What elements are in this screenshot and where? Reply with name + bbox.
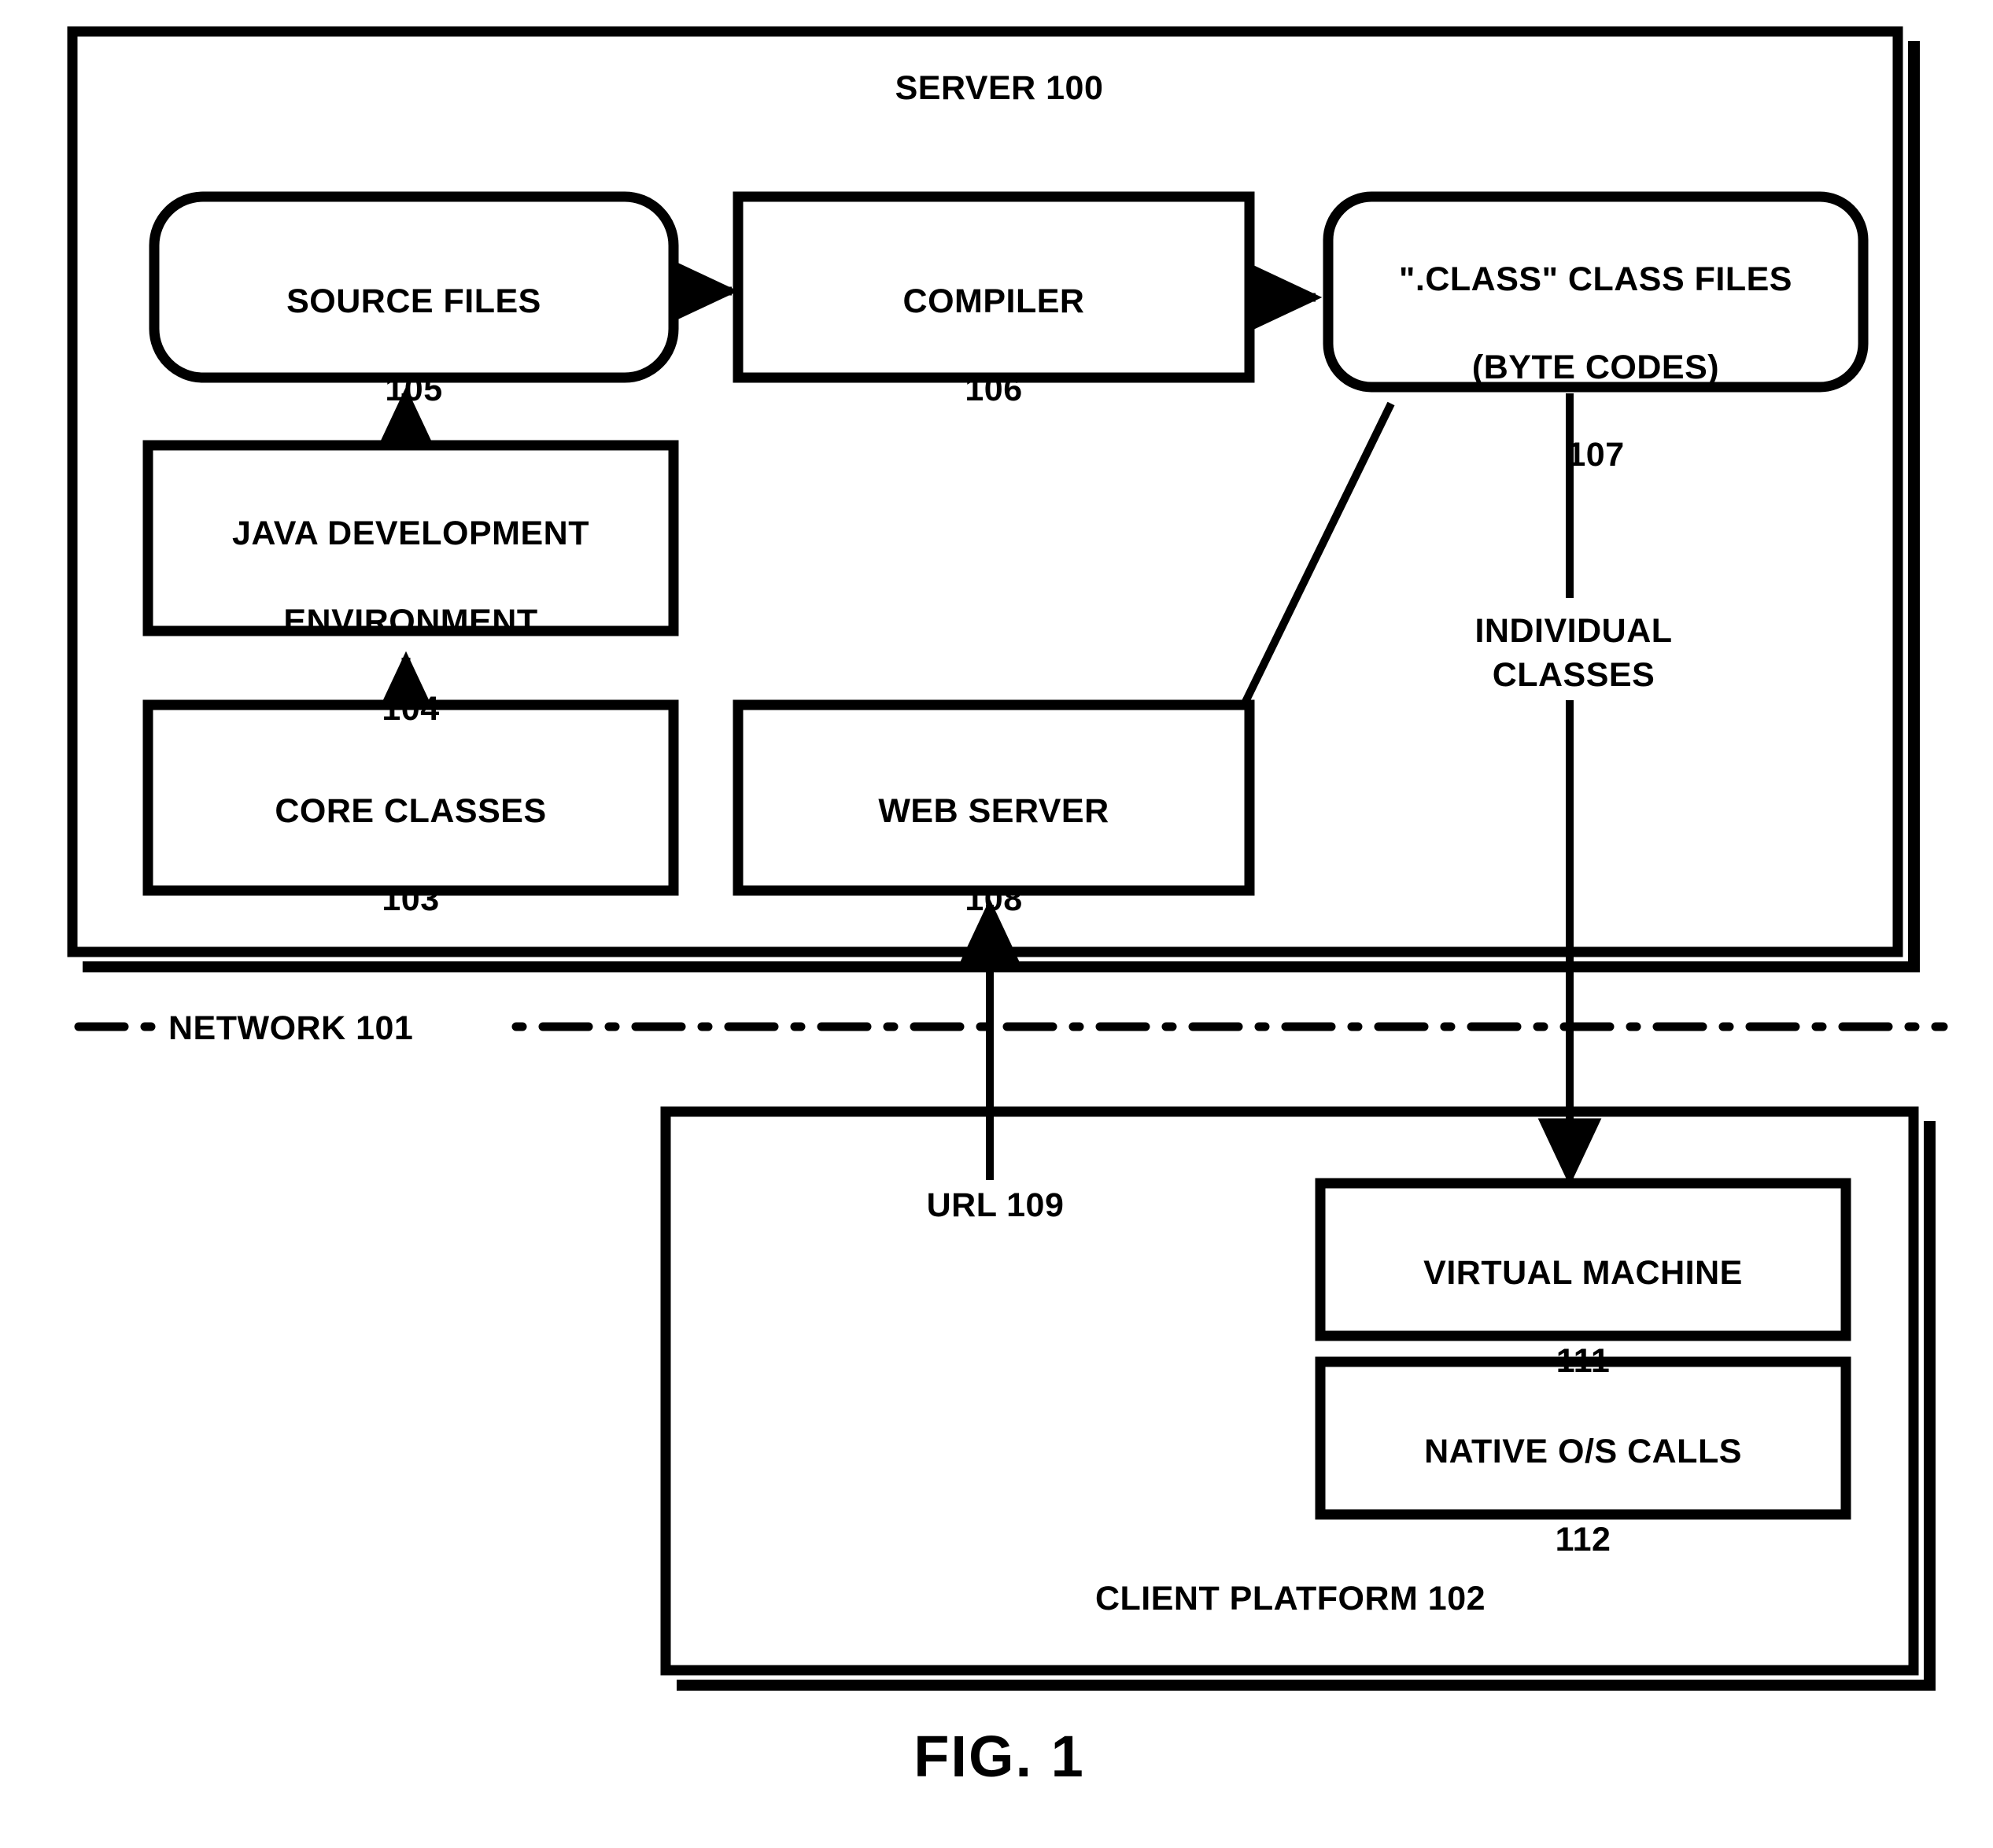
diagram-vector-layer — [67, 26, 1948, 1691]
block-web-server-outline — [733, 699, 1255, 896]
block-compiler-outline — [733, 191, 1255, 383]
block-jde-outline — [142, 440, 679, 636]
figure-canvas: SERVER 100 SOURCE FILES 105 COMPILER 106… — [0, 0, 1993, 1848]
block-virtual-machine-outline — [1315, 1178, 1851, 1341]
block-native-os-calls-outline — [1315, 1356, 1851, 1520]
block-core-classes-outline — [142, 699, 679, 896]
block-class-files-outline — [1323, 191, 1869, 393]
block-source-files-outline — [149, 191, 679, 383]
